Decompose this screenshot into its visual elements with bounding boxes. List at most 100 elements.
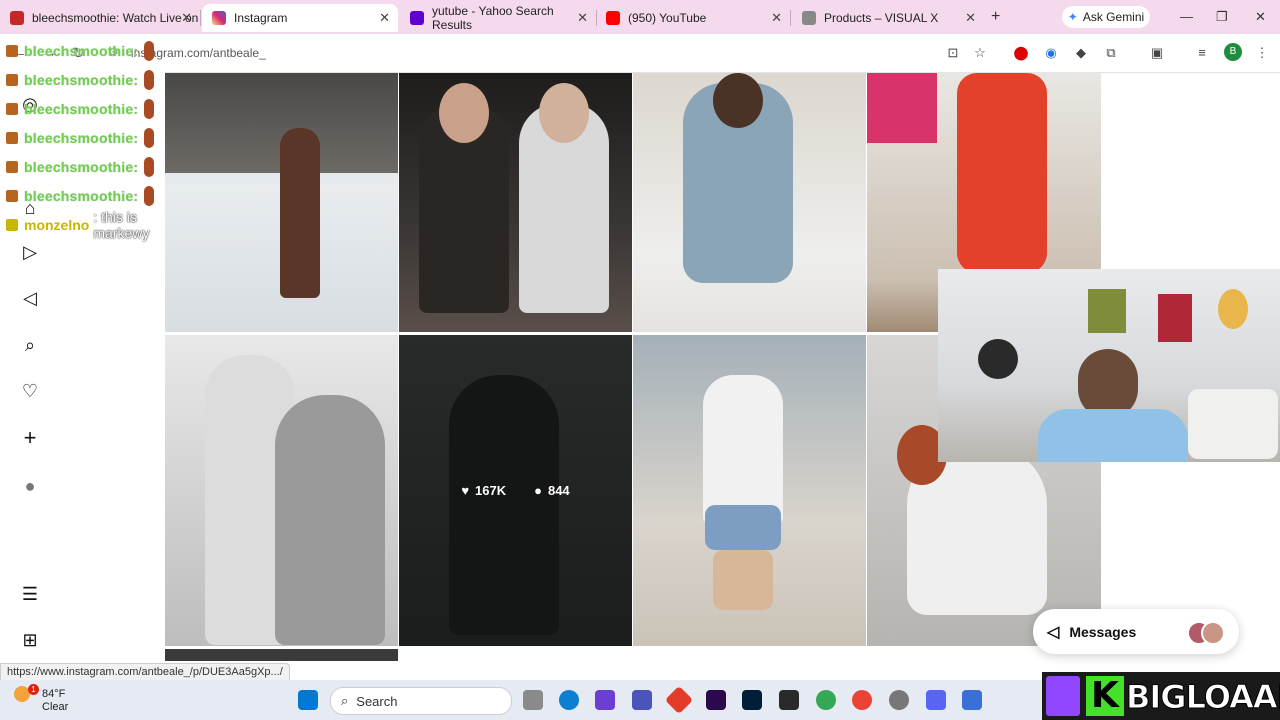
close-icon[interactable]: ✕ [379,10,390,26]
tab-label: Products – VISUAL X [824,11,939,25]
search-icon: ⌕ [341,693,349,708]
emote-icon [144,40,155,61]
chat-username: bleechsmoothie: [24,71,139,88]
stream-chat-overlay: bleechsmoothie: bleechsmoothie: bleechsm… [6,36,186,241]
status-url: https://www.instagram.com/antbeale_/p/DU… [7,666,283,678]
capcut-icon[interactable] [779,690,799,710]
chat-badge-icon [6,102,18,115]
chat-username: bleechsmoothie: [24,100,139,117]
message-avatars [1187,621,1225,645]
create-plus-icon[interactable]: + [20,427,40,449]
chat-line: bleechsmoothie: [6,181,186,210]
reels-icon[interactable]: ▷ [20,242,40,262]
close-icon[interactable]: ✕ [771,10,782,26]
chat-username: bleechsmoothie: [24,129,139,146]
emote-icon [144,69,155,90]
restore-icon[interactable]: ❐ [1216,9,1228,25]
side-panel-icon[interactable]: ▣ [1149,45,1165,61]
discord-icon[interactable] [926,690,946,710]
chat-username: bleechsmoothie: [24,187,139,204]
premiere-icon[interactable] [706,690,726,710]
messages-label: Messages [1069,623,1137,640]
post-thumbnail[interactable] [165,335,398,646]
post-thumbnail[interactable] [165,73,398,332]
taskbar-search[interactable]: ⌕ Search [330,687,512,715]
profile-icon[interactable]: ● [20,476,40,496]
chrome-green-icon[interactable] [816,690,836,710]
chat-username: bleechsmoothie: [24,42,139,59]
install-app-icon[interactable]: ⊡ [945,45,961,61]
instagram-favicon [212,11,226,25]
post-thumbnail[interactable] [399,73,632,332]
extension-dark-icon[interactable]: ◆ [1073,45,1089,61]
post-thumbnail[interactable] [165,649,398,661]
post-hover-stats: ♥ 167K ● 844 [399,335,632,646]
window-close-icon[interactable]: ✕ [1255,9,1266,25]
profile-avatar[interactable]: B [1224,43,1242,61]
stream-branding: K BIGLOAAF [1042,672,1280,720]
avatar [1201,621,1225,645]
heart-filled-icon: ♥ [461,483,470,498]
bookmark-star-icon[interactable]: ☆ [972,45,988,61]
weather-desc: Clear [42,701,69,713]
send-paper-plane-icon: ◁ [1047,623,1060,641]
weather-widget[interactable]: 1 84°F Clear [14,684,68,713]
apps-grid-icon[interactable]: ⊞ [20,630,40,650]
visualx-favicon [802,11,816,25]
post-thumbnail[interactable] [633,335,866,646]
tab-yahoo[interactable]: yutube - Yahoo Search Results ✕ [400,4,597,32]
app-red-icon[interactable] [664,685,694,715]
tab-label: bleechsmoothie: Watch Live on [32,11,199,25]
adblock-icon[interactable]: ⬤ [1013,45,1029,61]
close-icon[interactable]: ✕ [181,10,192,26]
comment-bubble-icon: ● [534,483,542,498]
channel-name: BIGLOAAF [1126,678,1280,717]
close-icon[interactable]: ✕ [965,10,976,26]
chat-badge-icon [6,131,18,144]
teams-icon[interactable] [632,690,652,710]
app-blue-icon[interactable] [962,690,982,710]
tab-youtube[interactable]: (950) YouTube ✕ [596,4,791,32]
emote-icon [144,156,155,177]
tab-visualx[interactable]: Products – VISUAL X ✕ [792,4,984,32]
windows-start-icon[interactable] [298,690,318,710]
menu-hamburger-icon[interactable]: ☰ [20,584,40,604]
photoshop-icon[interactable] [742,690,762,710]
tab-twitch[interactable]: bleechsmoothie: Watch Live on ✕ [0,4,201,32]
likes-count: 167K [475,483,507,498]
weather-temp: 84°F [42,688,66,700]
edge-icon[interactable] [559,690,579,710]
task-view-icon[interactable] [523,690,543,710]
close-icon[interactable]: ✕ [577,10,588,26]
chat-line: bleechsmoothie: [6,123,186,152]
emote-icon [144,98,155,119]
copilot-icon[interactable] [595,690,615,710]
chat-line: bleechsmoothie: [6,152,186,181]
extensions-puzzle-icon[interactable]: ⧉ [1103,45,1119,61]
chat-badge-icon [6,73,18,86]
new-tab-icon[interactable]: + [991,8,1000,26]
chrome-icon[interactable] [852,690,872,710]
comments-stat: ● 844 [534,483,570,498]
post-thumbnail[interactable] [633,73,866,332]
post-thumbnail[interactable]: ♥ 167K ● 844 [399,335,632,646]
twitch-favicon [10,11,24,25]
direct-send-icon[interactable]: ◁ [20,288,40,308]
tab-instagram[interactable]: Instagram ✕ [202,4,398,32]
streamer-webcam [938,269,1280,462]
address-bar[interactable]: ⚙ instagram.com/antbeale_ [96,39,996,67]
chat-line: monzelno: this is markewy [6,209,186,241]
emote-icon [144,127,155,148]
kick-k-logo: K [1086,676,1124,716]
chat-line: bleechsmoothie: [6,36,186,65]
search-icon[interactable]: ⌕ [20,335,40,355]
extension-icon[interactable]: ◉ [1043,45,1059,61]
heart-icon[interactable]: ♡ [20,381,40,401]
minimize-icon[interactable]: — [1180,9,1193,24]
more-menu-icon[interactable]: ⋮ [1254,45,1270,61]
ask-gemini-button[interactable]: ✦ Ask Gemini [1062,6,1150,28]
messages-button[interactable]: ◁ Messages [1033,609,1239,654]
media-icon[interactable]: ≡ [1194,45,1210,61]
likes-stat: ♥ 167K [461,483,506,498]
app-gray-icon[interactable] [889,690,909,710]
